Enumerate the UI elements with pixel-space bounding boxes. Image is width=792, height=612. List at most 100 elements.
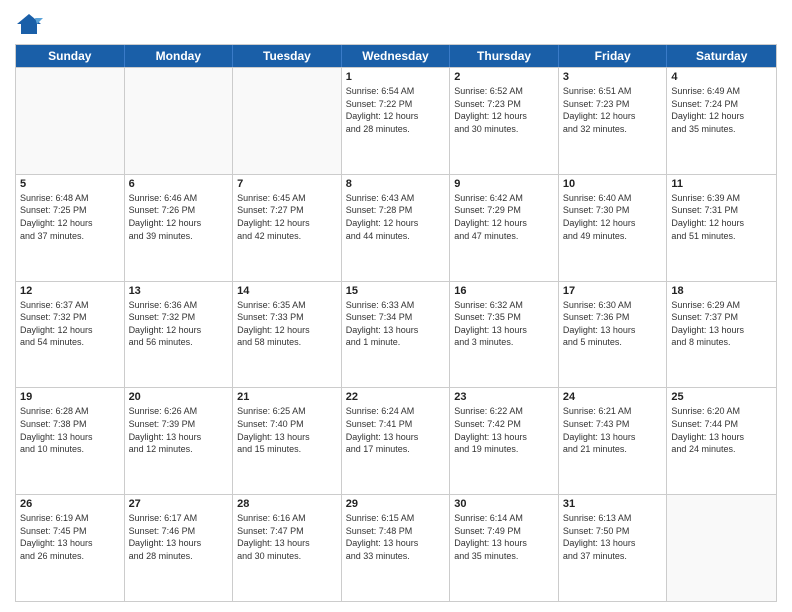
day-number: 7 (237, 178, 337, 190)
calendar-cell: 5 Sunrise: 6:48 AM Sunset: 7:25 PM Daylig… (16, 175, 125, 281)
calendar-cell: 3 Sunrise: 6:51 AM Sunset: 7:23 PM Daylig… (559, 68, 668, 174)
day-number: 5 (20, 178, 120, 190)
calendar-cell: 12Sunrise: 6:37 AM Sunset: 7:32 PM Dayli… (16, 282, 125, 388)
day-number: 27 (129, 498, 229, 510)
day-info: Sunrise: 6:17 AM Sunset: 7:46 PM Dayligh… (129, 512, 229, 562)
calendar-cell: 27 Sunrise: 6:17 AM Sunset: 7:46 PM Dayli… (125, 495, 234, 601)
day-number: 16 (454, 285, 554, 297)
calendar-cell: 24Sunrise: 6:21 AM Sunset: 7:43 PM Dayli… (559, 388, 668, 494)
day-info: Sunrise: 6:52 AM Sunset: 7:23 PM Dayligh… (454, 85, 554, 135)
day-info: Sunrise: 6:33 AM Sunset: 7:34 PM Dayligh… (346, 299, 446, 349)
calendar-cell: 18 Sunrise: 6:29 AM Sunset: 7:37 PM Dayli… (667, 282, 776, 388)
calendar-cell (667, 495, 776, 601)
calendar-cell: 11 Sunrise: 6:39 AM Sunset: 7:31 PM Dayli… (667, 175, 776, 281)
day-info: Sunrise: 6:48 AM Sunset: 7:25 PM Dayligh… (20, 192, 120, 242)
day-info: Sunrise: 6:25 AM Sunset: 7:40 PM Dayligh… (237, 405, 337, 455)
day-number: 14 (237, 285, 337, 297)
calendar-cell: 16Sunrise: 6:32 AM Sunset: 7:35 PM Dayli… (450, 282, 559, 388)
day-info: Sunrise: 6:51 AM Sunset: 7:23 PM Dayligh… (563, 85, 663, 135)
day-info: Sunrise: 6:45 AM Sunset: 7:27 PM Dayligh… (237, 192, 337, 242)
day-number: 6 (129, 178, 229, 190)
calendar-week-row: 26 Sunrise: 6:19 AM Sunset: 7:45 PM Dayli… (16, 494, 776, 601)
day-info: Sunrise: 6:13 AM Sunset: 7:50 PM Dayligh… (563, 512, 663, 562)
day-number: 3 (563, 71, 663, 83)
day-info: Sunrise: 6:22 AM Sunset: 7:42 PM Dayligh… (454, 405, 554, 455)
day-info: Sunrise: 6:28 AM Sunset: 7:38 PM Dayligh… (20, 405, 120, 455)
day-info: Sunrise: 6:54 AM Sunset: 7:22 PM Dayligh… (346, 85, 446, 135)
day-info: Sunrise: 6:30 AM Sunset: 7:36 PM Dayligh… (563, 299, 663, 349)
calendar-cell: 15 Sunrise: 6:33 AM Sunset: 7:34 PM Dayli… (342, 282, 451, 388)
day-number: 29 (346, 498, 446, 510)
day-info: Sunrise: 6:24 AM Sunset: 7:41 PM Dayligh… (346, 405, 446, 455)
calendar-cell: 6 Sunrise: 6:46 AM Sunset: 7:26 PM Daylig… (125, 175, 234, 281)
day-info: Sunrise: 6:14 AM Sunset: 7:49 PM Dayligh… (454, 512, 554, 562)
calendar-week-row: 12Sunrise: 6:37 AM Sunset: 7:32 PM Dayli… (16, 281, 776, 388)
calendar-cell: 29Sunrise: 6:15 AM Sunset: 7:48 PM Dayli… (342, 495, 451, 601)
calendar-cell: 20 Sunrise: 6:26 AM Sunset: 7:39 PM Dayli… (125, 388, 234, 494)
calendar-cell: 19 Sunrise: 6:28 AM Sunset: 7:38 PM Dayli… (16, 388, 125, 494)
day-number: 4 (671, 71, 772, 83)
day-number: 20 (129, 391, 229, 403)
calendar-header-cell: Monday (125, 45, 234, 67)
calendar-header-cell: Saturday (667, 45, 776, 67)
day-number: 31 (563, 498, 663, 510)
calendar-cell: 31 Sunrise: 6:13 AM Sunset: 7:50 PM Dayli… (559, 495, 668, 601)
calendar-cell (233, 68, 342, 174)
day-info: Sunrise: 6:36 AM Sunset: 7:32 PM Dayligh… (129, 299, 229, 349)
day-number: 18 (671, 285, 772, 297)
calendar-cell: 28 Sunrise: 6:16 AM Sunset: 7:47 PM Dayli… (233, 495, 342, 601)
day-number: 19 (20, 391, 120, 403)
calendar-cell: 10 Sunrise: 6:40 AM Sunset: 7:30 PM Dayli… (559, 175, 668, 281)
logo-icon (15, 10, 43, 38)
day-number: 28 (237, 498, 337, 510)
calendar-body: 1Sunrise: 6:54 AM Sunset: 7:22 PM Daylig… (16, 67, 776, 601)
calendar-cell (125, 68, 234, 174)
day-number: 15 (346, 285, 446, 297)
day-number: 9 (454, 178, 554, 190)
day-info: Sunrise: 6:46 AM Sunset: 7:26 PM Dayligh… (129, 192, 229, 242)
day-info: Sunrise: 6:49 AM Sunset: 7:24 PM Dayligh… (671, 85, 772, 135)
calendar-header-cell: Sunday (16, 45, 125, 67)
logo (15, 10, 45, 38)
calendar-week-row: 19 Sunrise: 6:28 AM Sunset: 7:38 PM Dayli… (16, 387, 776, 494)
day-info: Sunrise: 6:42 AM Sunset: 7:29 PM Dayligh… (454, 192, 554, 242)
day-info: Sunrise: 6:43 AM Sunset: 7:28 PM Dayligh… (346, 192, 446, 242)
day-number: 10 (563, 178, 663, 190)
day-info: Sunrise: 6:37 AM Sunset: 7:32 PM Dayligh… (20, 299, 120, 349)
calendar-cell: 8 Sunrise: 6:43 AM Sunset: 7:28 PM Daylig… (342, 175, 451, 281)
calendar-cell: 21 Sunrise: 6:25 AM Sunset: 7:40 PM Dayli… (233, 388, 342, 494)
calendar-cell: 4 Sunrise: 6:49 AM Sunset: 7:24 PM Daylig… (667, 68, 776, 174)
page-header (15, 10, 777, 38)
calendar-week-row: 5 Sunrise: 6:48 AM Sunset: 7:25 PM Daylig… (16, 174, 776, 281)
calendar-cell: 26 Sunrise: 6:19 AM Sunset: 7:45 PM Dayli… (16, 495, 125, 601)
day-number: 2 (454, 71, 554, 83)
calendar-page: SundayMondayTuesdayWednesdayThursdayFrid… (0, 0, 792, 612)
day-info: Sunrise: 6:26 AM Sunset: 7:39 PM Dayligh… (129, 405, 229, 455)
calendar-cell: 23 Sunrise: 6:22 AM Sunset: 7:42 PM Dayli… (450, 388, 559, 494)
day-number: 23 (454, 391, 554, 403)
day-info: Sunrise: 6:40 AM Sunset: 7:30 PM Dayligh… (563, 192, 663, 242)
calendar-cell: 2 Sunrise: 6:52 AM Sunset: 7:23 PM Daylig… (450, 68, 559, 174)
calendar-header-cell: Friday (559, 45, 668, 67)
day-info: Sunrise: 6:39 AM Sunset: 7:31 PM Dayligh… (671, 192, 772, 242)
calendar-cell: 25Sunrise: 6:20 AM Sunset: 7:44 PM Dayli… (667, 388, 776, 494)
day-info: Sunrise: 6:16 AM Sunset: 7:47 PM Dayligh… (237, 512, 337, 562)
calendar-cell: 17 Sunrise: 6:30 AM Sunset: 7:36 PM Dayli… (559, 282, 668, 388)
calendar-header-cell: Wednesday (342, 45, 451, 67)
calendar-cell (16, 68, 125, 174)
day-info: Sunrise: 6:35 AM Sunset: 7:33 PM Dayligh… (237, 299, 337, 349)
day-info: Sunrise: 6:29 AM Sunset: 7:37 PM Dayligh… (671, 299, 772, 349)
day-info: Sunrise: 6:21 AM Sunset: 7:43 PM Dayligh… (563, 405, 663, 455)
calendar-week-row: 1Sunrise: 6:54 AM Sunset: 7:22 PM Daylig… (16, 67, 776, 174)
day-number: 8 (346, 178, 446, 190)
day-number: 21 (237, 391, 337, 403)
calendar-cell: 30Sunrise: 6:14 AM Sunset: 7:49 PM Dayli… (450, 495, 559, 601)
day-number: 22 (346, 391, 446, 403)
calendar-cell: 22 Sunrise: 6:24 AM Sunset: 7:41 PM Dayli… (342, 388, 451, 494)
day-info: Sunrise: 6:19 AM Sunset: 7:45 PM Dayligh… (20, 512, 120, 562)
day-number: 11 (671, 178, 772, 190)
day-number: 17 (563, 285, 663, 297)
calendar: SundayMondayTuesdayWednesdayThursdayFrid… (15, 44, 777, 602)
calendar-header-row: SundayMondayTuesdayWednesdayThursdayFrid… (16, 45, 776, 67)
day-number: 26 (20, 498, 120, 510)
